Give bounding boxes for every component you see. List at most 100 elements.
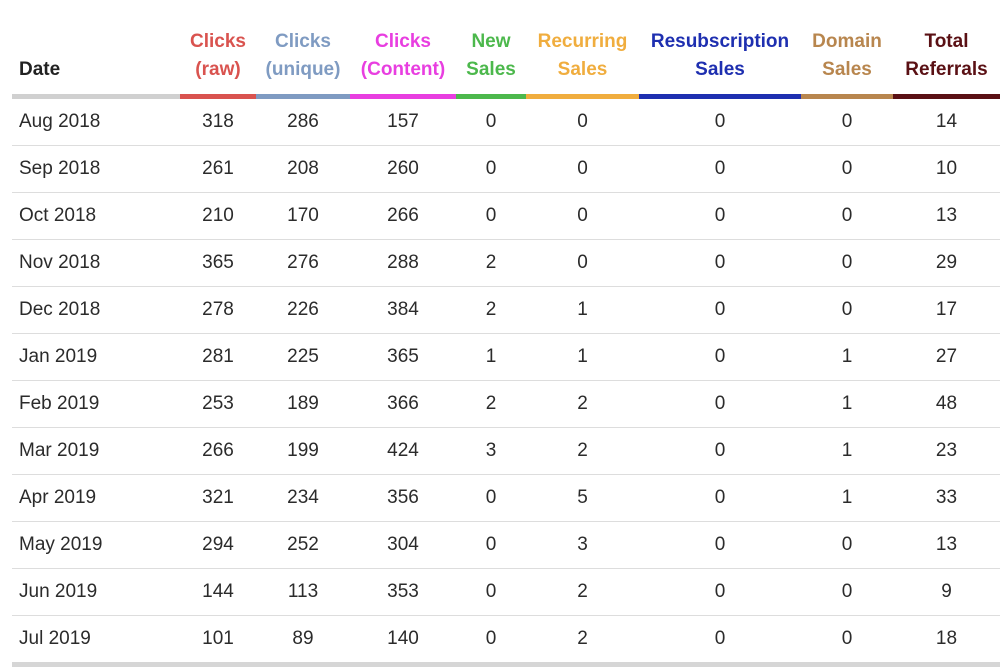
cell-domain-sales: 0 (801, 145, 893, 193)
cell-domain-sales: 0 (801, 521, 893, 569)
table-header: Date Clicks (raw) Clicks (unique) Clicks… (12, 26, 1000, 99)
cell-domain-sales: 1 (801, 474, 893, 522)
cell-domain-sales: 1 (801, 333, 893, 381)
column-header-label: Clicks (unique) (265, 31, 341, 80)
cell-total-referrals: 23 (893, 427, 1000, 475)
column-header-label: New Sales (466, 31, 516, 80)
cell-domain-sales: 0 (801, 615, 893, 667)
cell-date: Jun 2019 (12, 568, 180, 616)
cell-total-referrals: 13 (893, 192, 1000, 240)
cell-recurring-sales: 2 (526, 615, 639, 667)
cell-resubscription-sales: 0 (639, 286, 801, 334)
cell-recurring-sales: 1 (526, 333, 639, 381)
cell-new-sales: 0 (456, 568, 526, 616)
cell-new-sales: 0 (456, 192, 526, 240)
cell-clicks-raw: 365 (180, 239, 256, 287)
cell-clicks-content: 384 (350, 286, 456, 334)
cell-clicks-unique: 276 (256, 239, 350, 287)
cell-new-sales: 0 (456, 615, 526, 667)
cell-recurring-sales: 3 (526, 521, 639, 569)
cell-clicks-raw: 294 (180, 521, 256, 569)
table-row: Jan 2019 281 225 365 1 1 0 1 27 (12, 333, 1000, 381)
cell-resubscription-sales: 0 (639, 615, 801, 667)
cell-date: Feb 2019 (12, 380, 180, 428)
table-row: Oct 2018 210 170 266 0 0 0 0 13 (12, 192, 1000, 240)
table-row: Aug 2018 318 286 157 0 0 0 0 14 (12, 96, 1000, 146)
table-row: Feb 2019 253 189 366 2 2 0 1 48 (12, 380, 1000, 428)
table-row: Mar 2019 266 199 424 3 2 0 1 23 (12, 427, 1000, 475)
cell-clicks-content: 365 (350, 333, 456, 381)
column-header-label: Clicks (raw) (190, 31, 246, 80)
cell-resubscription-sales: 0 (639, 192, 801, 240)
cell-domain-sales: 0 (801, 568, 893, 616)
cell-clicks-unique: 170 (256, 192, 350, 240)
cell-clicks-raw: 281 (180, 333, 256, 381)
cell-clicks-content: 304 (350, 521, 456, 569)
cell-clicks-content: 157 (350, 96, 456, 146)
header-row: Date Clicks (raw) Clicks (unique) Clicks… (12, 26, 1000, 99)
cell-resubscription-sales: 0 (639, 239, 801, 287)
cell-total-referrals: 13 (893, 521, 1000, 569)
cell-resubscription-sales: 0 (639, 333, 801, 381)
cell-new-sales: 2 (456, 286, 526, 334)
cell-recurring-sales: 0 (526, 192, 639, 240)
cell-domain-sales: 0 (801, 286, 893, 334)
column-header-domain-sales: Domain Sales (801, 26, 893, 99)
referral-stats-container: Date Clicks (raw) Clicks (unique) Clicks… (0, 0, 1000, 672)
cell-domain-sales: 0 (801, 192, 893, 240)
cell-clicks-unique: 225 (256, 333, 350, 381)
cell-total-referrals: 14 (893, 96, 1000, 146)
cell-clicks-unique: 252 (256, 521, 350, 569)
cell-resubscription-sales: 0 (639, 96, 801, 146)
cell-clicks-unique: 286 (256, 96, 350, 146)
cell-recurring-sales: 2 (526, 380, 639, 428)
cell-clicks-unique: 226 (256, 286, 350, 334)
column-header-label: Total Referrals (905, 31, 988, 80)
cell-new-sales: 2 (456, 380, 526, 428)
table-row: Dec 2018 278 226 384 2 1 0 0 17 (12, 286, 1000, 334)
column-header-label: Date (19, 59, 61, 80)
cell-date: Oct 2018 (12, 192, 180, 240)
column-header-clicks-raw: Clicks (raw) (180, 26, 256, 99)
cell-domain-sales: 1 (801, 380, 893, 428)
cell-clicks-raw: 318 (180, 96, 256, 146)
cell-total-referrals: 33 (893, 474, 1000, 522)
cell-domain-sales: 0 (801, 239, 893, 287)
column-header-label: Recurring Sales (537, 31, 628, 80)
cell-clicks-raw: 278 (180, 286, 256, 334)
cell-resubscription-sales: 0 (639, 474, 801, 522)
cell-date: Jul 2019 (12, 615, 180, 667)
cell-recurring-sales: 2 (526, 427, 639, 475)
column-header-clicks-content: Clicks (Content) (350, 26, 456, 99)
cell-new-sales: 3 (456, 427, 526, 475)
cell-clicks-unique: 89 (256, 615, 350, 667)
cell-recurring-sales: 5 (526, 474, 639, 522)
cell-clicks-content: 424 (350, 427, 456, 475)
cell-domain-sales: 1 (801, 427, 893, 475)
cell-new-sales: 2 (456, 239, 526, 287)
table-body: Aug 2018 318 286 157 0 0 0 0 14 Sep 2018… (12, 96, 1000, 667)
table-row: Jun 2019 144 113 353 0 2 0 0 9 (12, 568, 1000, 616)
cell-date: Nov 2018 (12, 239, 180, 287)
cell-clicks-content: 260 (350, 145, 456, 193)
cell-clicks-raw: 101 (180, 615, 256, 667)
column-header-date: Date (12, 26, 180, 99)
cell-resubscription-sales: 0 (639, 521, 801, 569)
cell-clicks-raw: 144 (180, 568, 256, 616)
cell-resubscription-sales: 0 (639, 568, 801, 616)
cell-total-referrals: 10 (893, 145, 1000, 193)
table-row: Nov 2018 365 276 288 2 0 0 0 29 (12, 239, 1000, 287)
cell-resubscription-sales: 0 (639, 380, 801, 428)
cell-date: Sep 2018 (12, 145, 180, 193)
cell-recurring-sales: 0 (526, 145, 639, 193)
cell-recurring-sales: 0 (526, 96, 639, 146)
column-header-label: Resubscription Sales (650, 31, 790, 80)
cell-total-referrals: 9 (893, 568, 1000, 616)
column-header-clicks-unique: Clicks (unique) (256, 26, 350, 99)
table-row: May 2019 294 252 304 0 3 0 0 13 (12, 521, 1000, 569)
cell-clicks-raw: 210 (180, 192, 256, 240)
cell-recurring-sales: 1 (526, 286, 639, 334)
cell-date: Jan 2019 (12, 333, 180, 381)
cell-new-sales: 0 (456, 145, 526, 193)
cell-clicks-raw: 261 (180, 145, 256, 193)
